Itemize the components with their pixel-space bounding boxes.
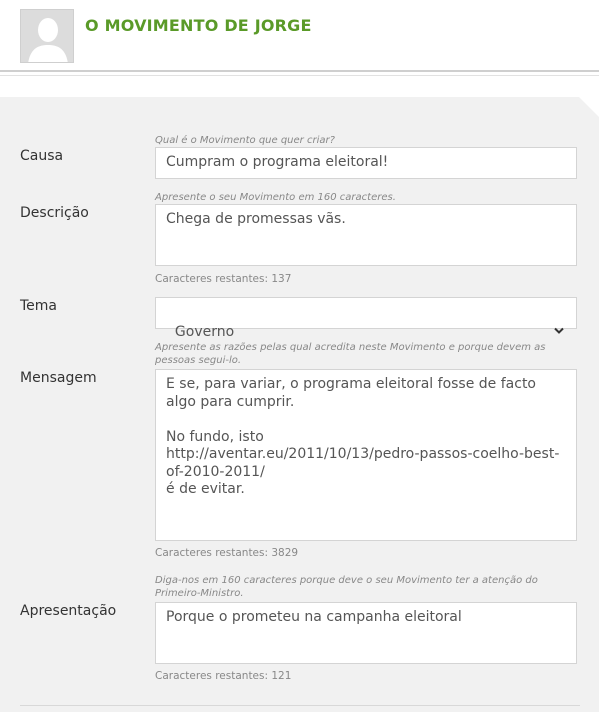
header-divider xyxy=(0,70,599,72)
mensagem-hint: Apresente as razões pelas qual acredita … xyxy=(155,342,546,366)
tema-select-value: Governo xyxy=(174,323,235,340)
descricao-textarea[interactable]: Chega de promessas vãs. xyxy=(155,204,577,266)
mensagem-char-counter: Caracteres restantes: 3829 xyxy=(155,547,299,559)
apresentacao-textarea[interactable]: Porque o prometeu na campanha eleitoral xyxy=(155,602,577,664)
apresentacao-label: Apresentação xyxy=(20,603,117,619)
page-title: O MOVIMENTO DE JORGE xyxy=(85,16,312,35)
tema-label: Tema xyxy=(20,298,58,314)
descricao-hint: Apresente o seu Movimento em 160 caracte… xyxy=(155,192,396,203)
descricao-char-counter: Caracteres restantes: 137 xyxy=(155,273,292,285)
tema-select[interactable]: Governo xyxy=(155,297,577,340)
user-silhouette-icon xyxy=(21,10,73,62)
mensagem-label: Mensagem xyxy=(20,370,97,386)
form-bottom-divider xyxy=(20,705,580,706)
apresentacao-char-counter: Caracteres restantes: 121 xyxy=(155,670,292,682)
causa-input[interactable]: Cumpram o programa eleitoral! xyxy=(155,147,577,179)
mensagem-textarea[interactable]: E se, para variar, o programa eleitoral … xyxy=(155,369,577,541)
causa-label: Causa xyxy=(20,148,64,164)
avatar xyxy=(20,9,74,63)
apresentacao-hint: Diga-nos em 160 caracteres porque deve o… xyxy=(155,575,538,599)
profile-header: O MOVIMENTO DE JORGE xyxy=(0,0,599,70)
header-divider-thin xyxy=(0,75,599,76)
descricao-label: Descrição xyxy=(20,205,89,221)
causa-hint: Qual é o Movimento que quer criar? xyxy=(155,135,335,146)
panel-corner-fold xyxy=(579,97,599,117)
